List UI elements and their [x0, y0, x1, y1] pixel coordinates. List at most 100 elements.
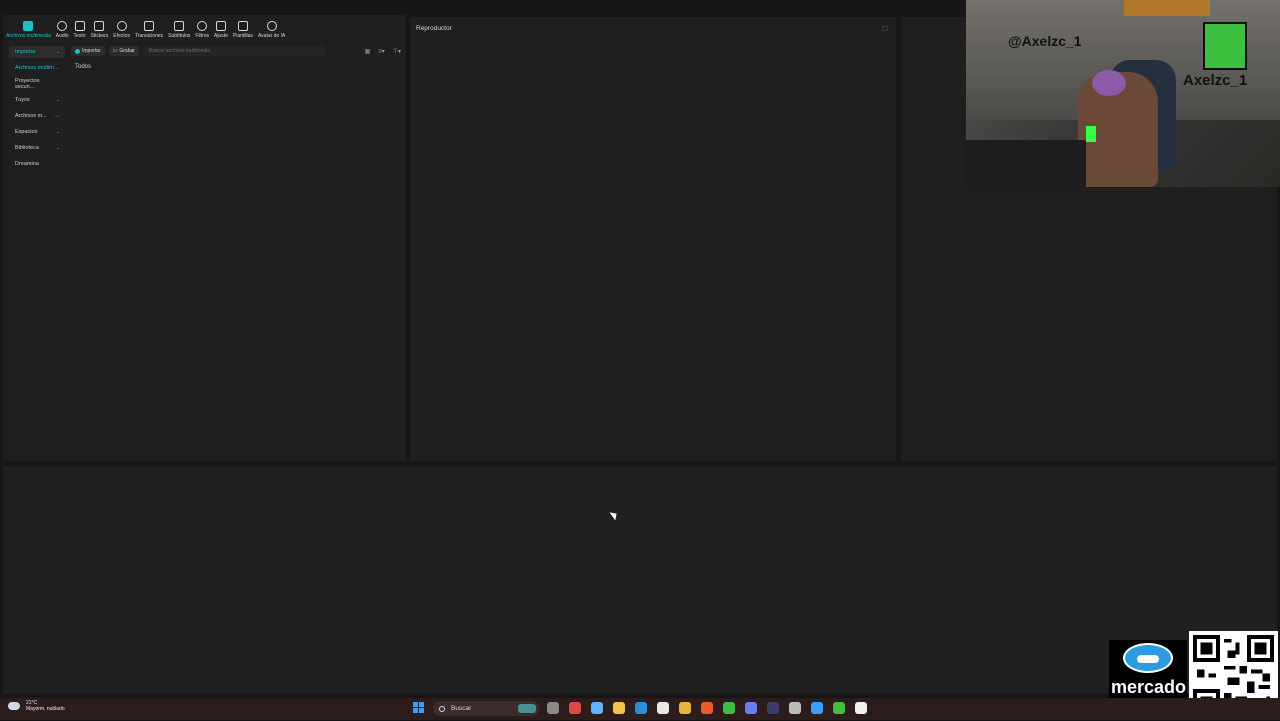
media-icon — [23, 21, 34, 31]
player-title: Reproductor — [416, 25, 452, 32]
capcut-icon[interactable] — [855, 702, 867, 714]
streamer-hair — [1092, 70, 1126, 96]
import-button[interactable]: Importar — [71, 46, 105, 56]
tool-subtitles[interactable]: Subtítulos — [168, 21, 190, 39]
tool-label: Texto — [73, 33, 86, 39]
obs-icon[interactable] — [767, 702, 779, 714]
weather-description: Mayorm. nublado — [26, 706, 65, 712]
sidebar-item[interactable]: Proyectos secun... — [9, 78, 65, 90]
windows-logo-icon — [413, 702, 418, 707]
tool-text[interactable]: Texto — [74, 21, 86, 39]
sidebar-item-label: Archivos m... — [15, 113, 47, 119]
chrome-icon[interactable] — [679, 702, 691, 714]
sidebar-item-label: Dreamina — [15, 161, 39, 167]
tool-ai-avatar[interactable]: Avatar de IA — [258, 21, 285, 39]
player-menu-icon[interactable] — [882, 26, 888, 31]
weather-widget[interactable]: 21°C Mayorm. nublado — [8, 700, 65, 712]
sidebar-item[interactable]: Dreamina — [9, 158, 65, 170]
store-icon[interactable] — [657, 702, 669, 714]
filter-icon[interactable]: ⊤▾ — [393, 48, 401, 55]
sidebar-item[interactable]: Biblioteca ⌄ — [9, 142, 65, 154]
taskbar-apps — [547, 702, 867, 714]
xbox-game-bar-icon[interactable] — [833, 702, 845, 714]
file-explorer-icon[interactable] — [547, 702, 559, 714]
filters-icon — [197, 21, 208, 31]
tool-label: Ajuste — [214, 33, 228, 39]
tool-media[interactable]: Archivos multimedia — [6, 21, 51, 39]
tool-label: Archivos multimedia — [6, 33, 51, 39]
sidebar-item[interactable]: Espacios ⌄ — [9, 126, 65, 138]
tool-templates[interactable]: Plantillas — [233, 21, 253, 39]
search-placeholder: Buscar archivos multimedia — [148, 48, 211, 54]
edge-icon[interactable] — [635, 702, 647, 714]
tool-label: Plantillas — [232, 33, 253, 39]
chevron-down-icon: ⌄ — [55, 129, 60, 135]
wall-painting — [1124, 0, 1210, 16]
filter-all-label[interactable]: Todos — [75, 64, 91, 70]
taskbar-search[interactable]: Buscar — [433, 701, 539, 716]
start-button[interactable] — [413, 702, 425, 714]
audio-icon — [57, 21, 68, 31]
sidebar-item-label: Importar — [15, 49, 36, 55]
adjust-icon — [215, 21, 226, 31]
tool-transitions[interactable]: Transiciones — [135, 21, 163, 39]
tool-adjust[interactable]: Ajuste — [214, 21, 228, 39]
instagram-handle: @Axelzc_1 — [1008, 33, 1082, 49]
sidebar-item[interactable]: Tuyos ⌄ — [9, 94, 65, 106]
player-panel: Reproductor — [410, 17, 896, 461]
folder-icon[interactable] — [613, 702, 625, 714]
chevron-down-icon: ⌄ — [55, 49, 60, 55]
record-label: Grabar — [119, 48, 135, 54]
sticker-icon — [94, 21, 105, 31]
snipping-tool-icon[interactable] — [569, 702, 581, 714]
desk — [966, 140, 1086, 187]
tool-audio[interactable]: Audio — [56, 21, 69, 39]
sidebar-item-label: Espacios — [15, 129, 38, 135]
record-button[interactable]: ▭ Grabar — [108, 46, 139, 56]
cloud-icon — [8, 702, 20, 710]
k-logo — [1203, 22, 1247, 70]
microphone — [1086, 126, 1096, 142]
settings-icon[interactable] — [789, 702, 801, 714]
transitions-icon — [144, 21, 155, 31]
sidebar-item[interactable]: Archivos m... → — [9, 110, 65, 122]
handshake-icon — [1123, 643, 1173, 673]
effects-icon — [116, 21, 127, 31]
tool-sticker[interactable]: Stickers — [90, 21, 109, 39]
sort-icon[interactable]: ≡▾ — [378, 48, 385, 55]
ai-avatar-icon — [266, 21, 277, 31]
media-subbar: Importar ▭ Grabar Buscar archivos multim… — [71, 45, 401, 57]
media-toolbar: Archivos multimedia Audio Texto Stickers Efe… — [3, 15, 290, 39]
sidebar-item-label: Tuyos — [15, 97, 30, 103]
chevron-down-icon: ⌄ — [55, 97, 60, 103]
sidebar-item[interactable]: Importar ⌄ — [9, 46, 65, 58]
chevron-down-icon: ⌄ — [55, 145, 60, 151]
discord-icon[interactable] — [745, 702, 757, 714]
brave-icon[interactable] — [701, 702, 713, 714]
channel-handle: Axelzc_1 — [1183, 72, 1248, 89]
xbox-icon[interactable] — [723, 702, 735, 714]
sidebar-item[interactable]: Archivos multim... — [9, 62, 65, 74]
sidebar-item-label: Proyectos secun... — [15, 78, 40, 90]
tool-filters[interactable]: Filtros — [195, 21, 209, 39]
tool-effects[interactable]: Efectos — [113, 21, 130, 39]
tool-label: Avatar de IA — [257, 33, 286, 39]
tool-label: Filtros — [195, 33, 210, 39]
taskbar-search-label: Buscar — [451, 705, 472, 712]
sidebar-item-label: Archivos multim... — [15, 65, 59, 71]
notepad-icon[interactable] — [811, 702, 823, 714]
tool-label: Stickers — [90, 33, 109, 39]
search-icon — [439, 705, 445, 712]
view-options: ▦ ≡▾ ⊤▾ — [365, 48, 401, 55]
sidebar-item-label: Biblioteca — [15, 145, 39, 151]
search-highlight-icon — [518, 704, 536, 713]
media-panel: Archivos multimedia Audio Texto Stickers Efe… — [3, 15, 406, 461]
tool-label: Efectos — [113, 33, 130, 39]
media-sidebar: Importar ⌄ Archivos multim... Proyectos sec… — [9, 46, 65, 174]
grid-view-icon[interactable]: ▦ — [365, 48, 371, 55]
media-search-input[interactable]: Buscar archivos multimedia — [142, 46, 325, 56]
subtitles-icon — [174, 21, 185, 31]
arrow-right-icon: → — [54, 113, 60, 119]
import-icon — [75, 48, 80, 54]
copilot-icon[interactable] — [591, 702, 603, 714]
